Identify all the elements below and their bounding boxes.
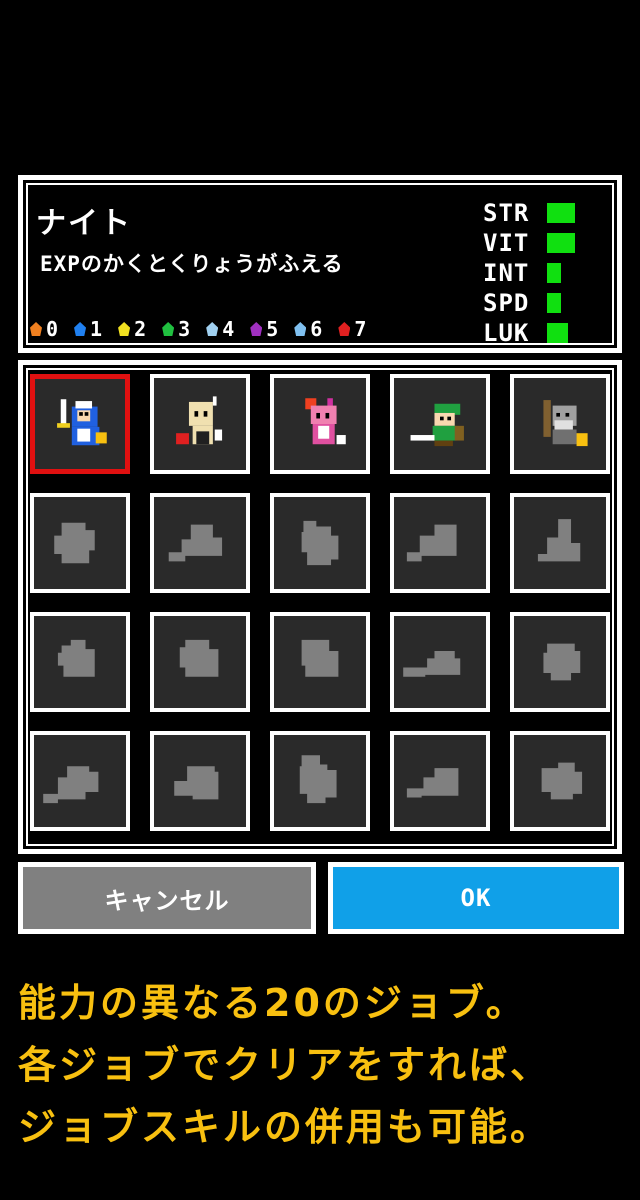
- job-slot-locked[interactable]: [510, 731, 610, 831]
- element-wind: 4: [206, 317, 234, 341]
- stat-str: STR: [483, 198, 575, 228]
- locked-silhouette-icon: [301, 520, 339, 566]
- job-name: ナイト: [36, 206, 132, 241]
- job-slot-locked[interactable]: [150, 612, 250, 712]
- job-slot-locked[interactable]: [270, 493, 370, 593]
- element-resistances: 0 1 2 3 4 5 6 7: [30, 317, 366, 341]
- stat-bar: [547, 323, 568, 343]
- stat-luk: LUK: [483, 318, 575, 348]
- water-icon: [74, 322, 87, 336]
- element-blood: 7: [338, 317, 366, 341]
- locked-silhouette-icon: [54, 522, 95, 564]
- locked-silhouette-icon: [406, 768, 459, 798]
- caption-line-2: 各ジョブでクリアをすれば、: [18, 1043, 552, 1087]
- element-value: 3: [178, 317, 191, 341]
- knight-sprite: [57, 399, 107, 446]
- locked-silhouette-icon: [301, 639, 339, 677]
- job-slot-locked[interactable]: [30, 731, 130, 831]
- swordsman-sprite: [410, 403, 464, 447]
- job-slot-locked[interactable]: [150, 493, 250, 593]
- dancer-sprite: [305, 398, 346, 445]
- job-slot-locked[interactable]: [390, 731, 490, 831]
- element-leaf: 3: [162, 317, 190, 341]
- job-slot-locked[interactable]: [510, 493, 610, 593]
- ice-icon: [294, 322, 307, 336]
- stat-list: STR VIT INT SPD LUK: [483, 198, 575, 348]
- blood-icon: [338, 322, 351, 336]
- wind-icon: [206, 322, 219, 336]
- poison-icon: [250, 322, 263, 336]
- element-thunder: 2: [118, 317, 146, 341]
- caption-line-3: ジョブスキルの併用も可能。: [18, 1105, 552, 1149]
- stat-bar: [547, 233, 575, 253]
- job-slot-locked[interactable]: [390, 612, 490, 712]
- fire-icon: [30, 322, 42, 336]
- element-value: 1: [90, 317, 103, 341]
- stat-label: VIT: [483, 229, 530, 257]
- locked-silhouette-icon: [537, 519, 581, 562]
- element-poison: 5: [250, 317, 278, 341]
- stat-label: LUK: [483, 319, 530, 347]
- stat-label: SPD: [483, 289, 530, 317]
- stat-spd: SPD: [483, 288, 575, 318]
- job-slot-locked[interactable]: [30, 493, 130, 593]
- locked-silhouette-icon: [168, 524, 223, 562]
- stat-bar: [547, 203, 575, 223]
- job-slot-locked[interactable]: [270, 731, 370, 831]
- element-fire: 0: [30, 317, 58, 341]
- stat-bar: [547, 293, 561, 313]
- job-slot-locked[interactable]: [30, 612, 130, 712]
- job-slot-monk[interactable]: [150, 374, 250, 474]
- locked-silhouette-icon: [174, 766, 219, 800]
- element-value: 0: [46, 317, 59, 341]
- locked-silhouette-icon: [406, 524, 457, 562]
- job-description: EXPのかくとくりょうがふえる: [40, 252, 344, 276]
- element-value: 2: [134, 317, 147, 341]
- job-slot-locked[interactable]: [390, 493, 490, 593]
- job-slot-locked[interactable]: [150, 731, 250, 831]
- locked-silhouette-icon: [299, 755, 337, 804]
- cancel-button[interactable]: キャンセル: [18, 862, 316, 934]
- element-value: 7: [354, 317, 367, 341]
- element-value: 4: [222, 317, 235, 341]
- promo-caption: 能力の異なる20のジョブ。 各ジョブでクリアをすれば、 ジョブスキルの併用も可能…: [18, 972, 551, 1158]
- stat-bar: [547, 263, 561, 283]
- monk-sprite: [176, 396, 223, 445]
- job-slot-locked[interactable]: [270, 612, 370, 712]
- leaf-icon: [162, 322, 175, 336]
- locked-silhouette-icon: [43, 766, 99, 804]
- thunder-icon: [118, 322, 131, 336]
- caption-line-1: 能力の異なる20のジョブ。: [18, 981, 527, 1025]
- locked-silhouette-icon: [543, 643, 581, 681]
- locked-silhouette-icon: [541, 762, 583, 800]
- old-warrior-sprite: [543, 400, 588, 447]
- element-value: 5: [266, 317, 279, 341]
- element-value: 6: [310, 317, 323, 341]
- locked-silhouette-icon: [403, 650, 461, 677]
- job-slot-locked[interactable]: [510, 612, 610, 712]
- job-slot-knight[interactable]: [30, 374, 130, 474]
- element-ice: 6: [294, 317, 322, 341]
- job-slot-swordsman[interactable]: [390, 374, 490, 474]
- locked-silhouette-icon: [57, 639, 95, 677]
- locked-silhouette-icon: [179, 639, 219, 677]
- stat-vit: VIT: [483, 228, 575, 258]
- stat-label: STR: [483, 199, 530, 227]
- ok-button[interactable]: OK: [328, 862, 624, 934]
- job-slot-dancer[interactable]: [270, 374, 370, 474]
- element-water: 1: [74, 317, 102, 341]
- stat-int: INT: [483, 258, 575, 288]
- job-slot-old-warrior[interactable]: [510, 374, 610, 474]
- stat-label: INT: [483, 259, 530, 287]
